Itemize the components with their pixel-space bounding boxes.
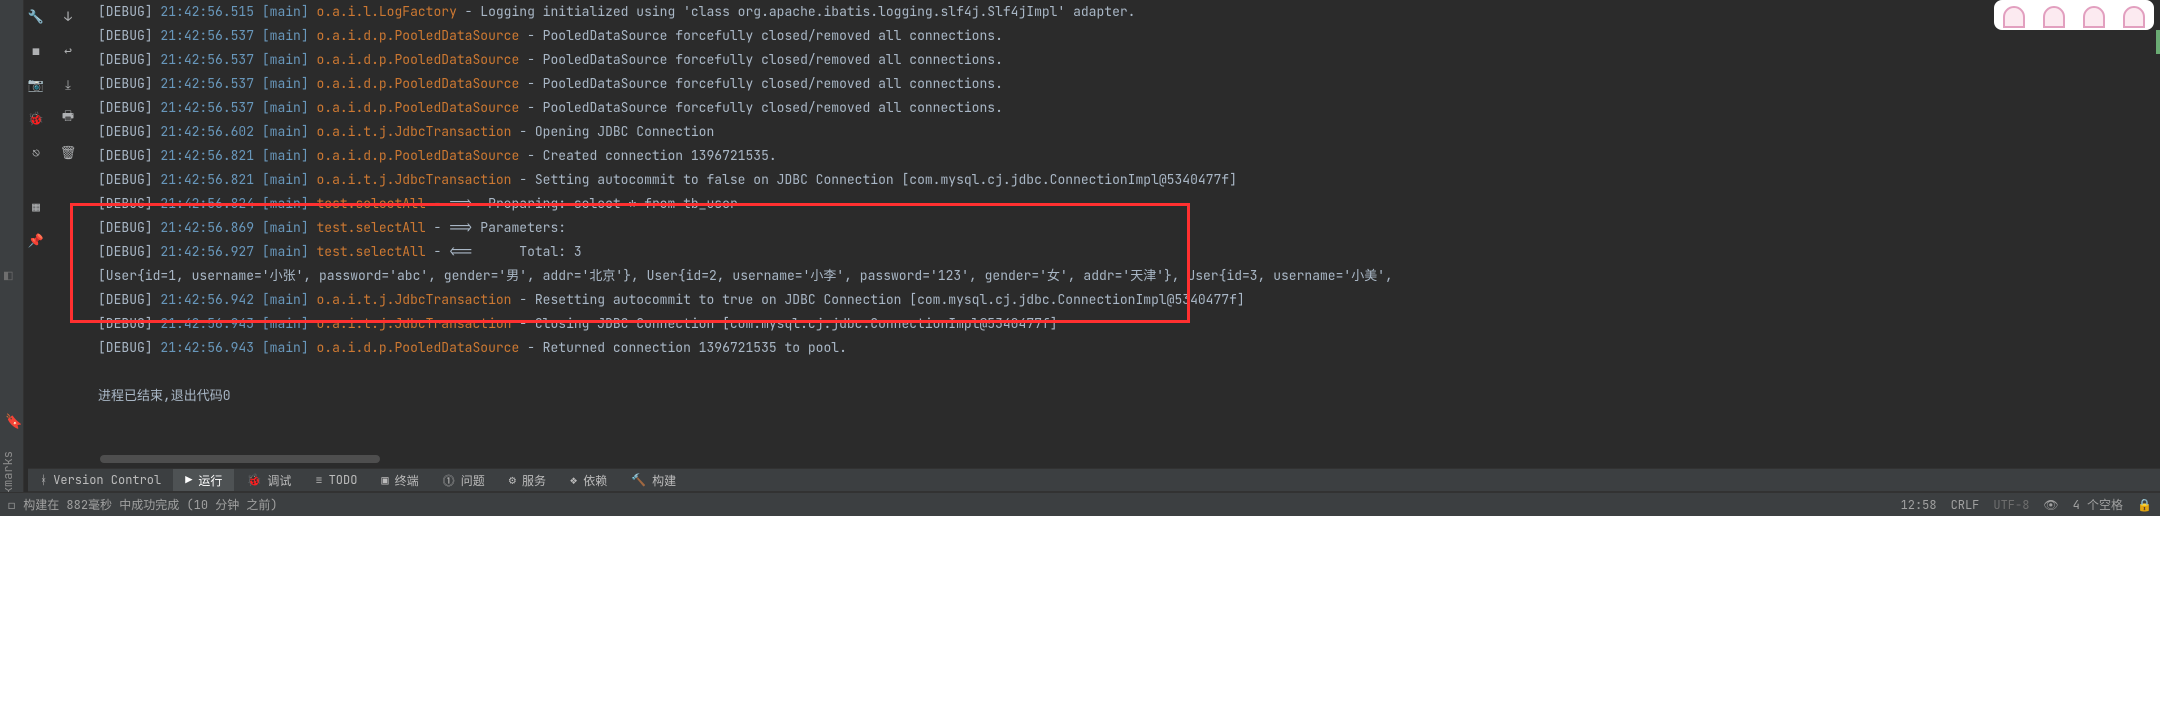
hammer-icon: 🔨 — [631, 472, 646, 488]
branch-icon: ᚼ — [40, 472, 47, 488]
terminal-icon: ▣ — [381, 472, 388, 488]
tab-todo[interactable]: ≡TODO — [303, 469, 369, 491]
log-line: [DEBUG] 21:42:56.869 [main] test.selectA… — [98, 216, 2154, 240]
status-time[interactable]: 12:58 — [1901, 497, 1937, 513]
log-line: [DEBUG] 21:42:56.537 [main] o.a.i.d.p.Po… — [98, 72, 2154, 96]
soft-wrap-icon[interactable]: ↩ — [60, 42, 76, 58]
log-line: [DEBUG] 21:42:56.943 [main] o.a.i.d.p.Po… — [98, 336, 2154, 360]
exit-icon[interactable]: ⎋ — [28, 144, 44, 160]
bug-icon[interactable]: 🐞 — [28, 110, 44, 126]
log-line: [DEBUG] 21:42:56.927 [main] test.selectA… — [98, 240, 2154, 264]
log-line: [DEBUG] 21:42:56.824 [main] test.selectA… — [98, 192, 2154, 216]
tab-services[interactable]: ⚙服务 — [497, 469, 558, 491]
status-bar: ◻ 构建在 882毫秒 中成功完成 (10 分钟 之前) 12:58 CRLF … — [0, 492, 2160, 516]
log-line: [DEBUG] 21:42:56.602 [main] o.a.i.t.j.Jd… — [98, 120, 2154, 144]
warning-icon: ⓵ — [443, 472, 455, 489]
log-line: [DEBUG] 21:42:56.537 [main] o.a.i.d.p.Po… — [98, 48, 2154, 72]
tab-version-control[interactable]: ᚼVersion Control — [28, 469, 173, 491]
download-icon[interactable]: ↓ — [60, 8, 76, 24]
tab-debug[interactable]: 🐞调试 — [234, 469, 303, 491]
bookmark-icon[interactable]: 🔖 — [5, 413, 22, 431]
mascot-widget — [1994, 0, 2154, 30]
play-icon: ▶ — [185, 472, 192, 488]
page-background — [0, 516, 2160, 706]
run-toolbar-secondary: ↓ ↩ ⤓ 🖶 🗑 — [60, 0, 88, 160]
bottom-tool-tabs: ᚼVersion Control ▶运行 🐞调试 ≡TODO ▣终端 ⓵问题 ⚙… — [28, 468, 2160, 492]
scroll-to-end-icon[interactable]: ⤓ — [60, 76, 76, 92]
tab-dependencies[interactable]: ❖依赖 — [558, 469, 619, 491]
lock-icon[interactable]: 🔒 — [2137, 497, 2152, 513]
wrench-icon[interactable]: 🔧 — [28, 8, 44, 24]
run-toolbar-primary: 🔧 ◼ 📷 🐞 ⎋ ▦ 📌 — [28, 0, 56, 248]
log-line: [DEBUG] 21:42:56.821 [main] o.a.i.d.p.Po… — [98, 144, 2154, 168]
log-line: [DEBUG] 21:42:56.537 [main] o.a.i.d.p.Po… — [98, 96, 2154, 120]
log-line: [DEBUG] 21:42:56.515 [main] o.a.i.l.LogF… — [98, 0, 2154, 24]
list-icon: ≡ — [315, 472, 322, 488]
deps-icon: ❖ — [570, 472, 577, 488]
eye-icon[interactable]: 👁 — [2043, 497, 2058, 513]
console-output[interactable]: [DEBUG] 21:42:56.515 [main] o.a.i.l.LogF… — [92, 0, 2160, 460]
structure-icon[interactable]: ◧ — [4, 268, 12, 286]
log-line: [User{id=1, username='小张', password='abc… — [98, 264, 2154, 288]
services-icon: ⚙ — [509, 472, 516, 488]
build-status-text: 构建在 882毫秒 中成功完成 (10 分钟 之前) — [23, 496, 277, 513]
status-icon: ◻ — [8, 497, 15, 513]
tab-problems[interactable]: ⓵问题 — [431, 469, 497, 491]
camera-icon[interactable]: 📷 — [28, 76, 44, 92]
exit-line: 进程已结束,退出代码0 — [98, 384, 2154, 408]
horizontal-scrollbar[interactable] — [100, 455, 380, 463]
pin-icon[interactable]: 📌 — [28, 232, 44, 248]
tab-run[interactable]: ▶运行 — [173, 469, 234, 491]
status-encoding[interactable]: UTF-8 — [1993, 497, 2029, 513]
status-indent[interactable]: 4 个空格 — [2073, 496, 2123, 513]
tab-terminal[interactable]: ▣终端 — [369, 469, 430, 491]
log-line: [DEBUG] 21:42:56.537 [main] o.a.i.d.p.Po… — [98, 24, 2154, 48]
bug-icon: 🐞 — [246, 472, 261, 488]
log-line: [DEBUG] 21:42:56.943 [main] o.a.i.t.j.Jd… — [98, 312, 2154, 336]
print-icon[interactable]: 🖶 — [60, 110, 76, 126]
trash-icon[interactable]: 🗑 — [60, 144, 76, 160]
tab-build[interactable]: 🔨构建 — [619, 469, 688, 491]
status-line-ending[interactable]: CRLF — [1951, 497, 1980, 513]
stop-icon[interactable]: ◼ — [28, 42, 44, 58]
log-line: [DEBUG] 21:42:56.942 [main] o.a.i.t.j.Jd… — [98, 288, 2154, 312]
layout-icon[interactable]: ▦ — [28, 198, 44, 214]
log-line: [DEBUG] 21:42:56.821 [main] o.a.i.t.j.Jd… — [98, 168, 2154, 192]
green-accent — [2156, 30, 2160, 54]
